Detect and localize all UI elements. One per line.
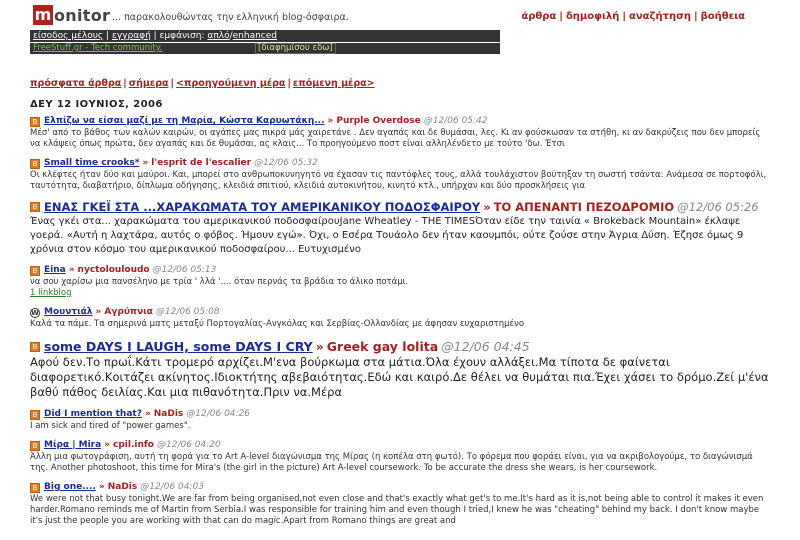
- entry-excerpt: Άλλη μια φωτογράφιση, αυτή τη φορά για τ…: [30, 452, 753, 473]
- ad-bar: FreeStuff.gr - Tech community. [διαφημίσ…: [30, 43, 500, 54]
- login-link[interactable]: είσοδος μέλους: [33, 31, 103, 41]
- view-enhanced-link[interactable]: enhanced: [233, 31, 277, 41]
- entry-excerpt: να σου χαρίσω μια πανσέληνο με τρία ' λλ…: [30, 277, 409, 287]
- wordpress-icon: W: [30, 307, 40, 318]
- blogger-icon: B: [30, 409, 40, 420]
- logo-initial: m: [33, 5, 53, 25]
- entry-excerpt: I am sick and tired of "power games".: [30, 421, 191, 431]
- entry-blog-name[interactable]: nyctolouloudo: [78, 265, 150, 276]
- arrow-icon: »: [315, 339, 324, 354]
- arrow-icon: »: [98, 482, 105, 492]
- entry-time: @12/06 04:20: [157, 440, 221, 450]
- entry-time: @12/06 05:08: [155, 307, 220, 317]
- view-simple-link[interactable]: απλό: [207, 31, 229, 41]
- view-label: εμφάνιση:: [159, 31, 205, 41]
- register-link[interactable]: εγγραφή: [112, 31, 151, 41]
- arrow-icon: »: [144, 409, 151, 419]
- entry-blog-name[interactable]: Αγρύπνια: [104, 307, 153, 318]
- ad-link[interactable]: FreeStuff.gr - Tech community.: [33, 43, 162, 53]
- entry: B Μίρα | Mira » cpil.info @12/06 04:20 Ά…: [30, 440, 770, 474]
- entry: B Eina » nyctolouloudo @12/06 05:13 να σ…: [30, 265, 770, 299]
- site-tagline: ... παρακολουθώντας την ελληνική blog-όσ…: [112, 12, 349, 23]
- blogger-icon: B: [30, 202, 40, 212]
- day-nav: πρόσφατα άρθρα | σήμερα | <προηγούμενη μέρα |…: [30, 78, 375, 89]
- blogger-icon: B: [30, 440, 40, 451]
- recent-articles-link[interactable]: πρόσφατα άρθρα: [30, 78, 121, 89]
- entry-blog-name[interactable]: ΤΟ ΑΠΕΝΑΝΤΙ ΠΕΖΟΔΡΟΜΙΟ: [494, 200, 674, 214]
- nav-search[interactable]: αναζήτηση: [629, 11, 691, 22]
- arrow-icon: »: [483, 200, 491, 214]
- entry-blog-name[interactable]: cpil.info: [113, 440, 154, 451]
- entry-time: @12/06 04:03: [140, 482, 204, 492]
- nav-articles[interactable]: άρθρα: [521, 11, 556, 22]
- entry-time: @12/06 04:26: [186, 409, 251, 419]
- entry-title[interactable]: some DAYS I LAUGH, some DAYS I CRY: [44, 339, 313, 354]
- previous-day-link[interactable]: <προηγούμενη μέρα: [176, 78, 285, 89]
- blogger-icon: B: [30, 265, 40, 276]
- entry-title[interactable]: Big one....: [44, 482, 96, 493]
- entry-title[interactable]: Eina: [44, 265, 66, 276]
- entry-blog-name[interactable]: l'esprit de l'escalier: [151, 158, 251, 169]
- entry-time: @12/06 04:45: [441, 339, 530, 354]
- entry: B Big one.... » NaDis @12/06 04:03 We we…: [30, 482, 770, 527]
- blogger-icon: B: [30, 341, 40, 352]
- arrow-icon: »: [327, 116, 334, 126]
- entry-excerpt: We were not that busy tonight.We are far…: [30, 494, 764, 526]
- entry: B Did I mention that? » NaDis @12/06 04:…: [30, 409, 770, 432]
- entry-excerpt: Αφού δεν.Το πρωΐ.Κάτι τρομερό αρχίζει.Μ'…: [30, 355, 769, 399]
- entry: B some DAYS I LAUGH, some DAYS I CRY » G…: [30, 339, 770, 400]
- entry-title[interactable]: Μουντιάλ: [44, 307, 92, 318]
- arrow-icon: »: [142, 158, 149, 168]
- logo-text: onitor: [54, 5, 111, 25]
- advertise-link[interactable]: [διαφημίσου εδώ]: [255, 43, 336, 54]
- blogger-icon: B: [30, 116, 40, 127]
- blogger-icon: B: [30, 158, 40, 169]
- entry-title[interactable]: Did I mention that?: [44, 409, 142, 420]
- top-nav: άρθρα | δημοφιλή | αναζήτηση | βοήθεια: [521, 11, 745, 22]
- nav-popular[interactable]: δημοφιλή: [566, 11, 619, 22]
- arrow-icon: »: [68, 265, 75, 275]
- entry-excerpt: Καλά τα πάμε. Τα σημερινά ματς μεταξύ Πο…: [30, 319, 525, 329]
- entry-blog-name[interactable]: Greek gay lolita: [327, 339, 438, 354]
- linkblog-link[interactable]: 1 linkblog: [30, 288, 770, 299]
- entry-blog-name[interactable]: NaDis: [154, 409, 184, 420]
- entry-title[interactable]: ΕΝΑΣ ΓΚΕΪ ΣΤΑ ...ΧΑΡΑΚΩΜΑΤΑ ΤΟΥ ΑΜΕΡΙΚΑΝ…: [44, 200, 480, 214]
- entry-title[interactable]: Μίρα | Mira: [44, 440, 101, 451]
- next-day-link[interactable]: επόμενη μέρα>: [293, 78, 375, 89]
- entry-title[interactable]: Ελπίζω να είσαι μαζί με τη Μαρία, Κώστα …: [44, 116, 325, 127]
- site-header: m onitor ... παρακολουθώντας την ελληνικ…: [0, 0, 800, 30]
- entry-time: @12/06 05:42: [423, 116, 488, 126]
- arrow-icon: »: [95, 307, 102, 317]
- entry-excerpt: Ένας γκέι στα... χαρακώματα του αμερικαν…: [30, 216, 744, 255]
- entry-time: @12/06 05:32: [254, 158, 318, 168]
- entry: B Ελπίζω να είσαι μαζί με τη Μαρία, Κώστ…: [30, 116, 770, 150]
- nav-help[interactable]: βοήθεια: [701, 11, 745, 22]
- blogger-icon: B: [30, 482, 40, 493]
- entry-blog-name[interactable]: NaDis: [108, 482, 138, 493]
- entry-blog-name[interactable]: Purple Overdose: [336, 116, 420, 127]
- entry: B Small time crooks* » l'esprit de l'esc…: [30, 158, 770, 192]
- arrow-icon: »: [104, 440, 111, 450]
- entry-excerpt: Οι κλέφτες ήταν δύο και μαύροι. Και, μπο…: [30, 170, 767, 191]
- today-link[interactable]: σήμερα: [129, 78, 169, 89]
- entry-time: @12/06 05:13: [152, 265, 217, 275]
- entry-excerpt: Μέσ' από το βάθος των καλών καιρών, οι α…: [30, 128, 761, 149]
- entry: W Μουντιάλ » Αγρύπνια @12/06 05:08 Καλά …: [30, 307, 770, 330]
- user-bar: είσοδος μέλους | εγγραφή | εμφάνιση: απλ…: [30, 30, 500, 42]
- entry-title[interactable]: Small time crooks*: [44, 158, 139, 169]
- entry-time: @12/06 05:26: [677, 200, 759, 214]
- site-logo[interactable]: m onitor: [33, 5, 110, 25]
- entry: B ΕΝΑΣ ΓΚΕΪ ΣΤΑ ...ΧΑΡΑΚΩΜΑΤΑ ΤΟΥ ΑΜΕΡΙΚ…: [30, 200, 770, 257]
- date-heading: ΔΕΥ 12 ΙΟΥΝΙΟΣ, 2006: [30, 99, 163, 110]
